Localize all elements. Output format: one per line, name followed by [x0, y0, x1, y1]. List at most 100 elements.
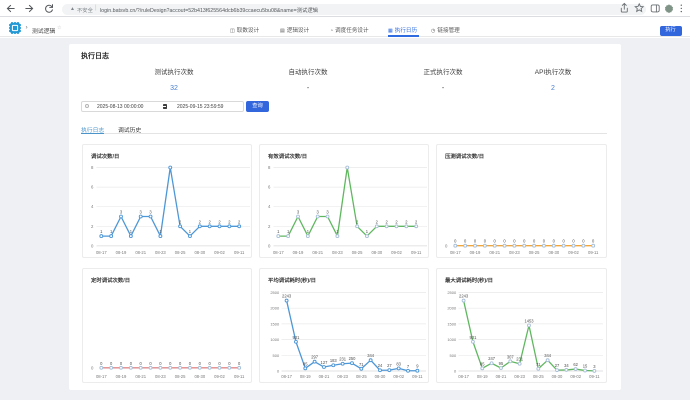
- svg-text:931: 931: [293, 335, 301, 340]
- svg-text:09-11: 09-11: [590, 374, 601, 379]
- svg-text:1500: 1500: [448, 321, 458, 326]
- svg-text:250: 250: [349, 356, 357, 361]
- svg-text:500: 500: [273, 353, 280, 358]
- svg-text:0: 0: [553, 238, 556, 243]
- svg-text:2500: 2500: [448, 290, 458, 295]
- svg-text:09-11: 09-11: [234, 374, 245, 379]
- svg-text:压测调试次数/日: 压测调试次数/日: [445, 152, 484, 160]
- svg-text:1453: 1453: [525, 318, 535, 323]
- svg-text:85: 85: [480, 361, 485, 366]
- svg-text:231: 231: [517, 357, 525, 362]
- svg-text:2: 2: [356, 219, 359, 224]
- svg-text:08-17: 08-17: [450, 250, 461, 255]
- svg-text:231: 231: [339, 357, 347, 362]
- svg-text:有效调试次数/日: 有效调试次数/日: [268, 152, 307, 160]
- svg-text:09-02: 09-02: [391, 250, 402, 255]
- svg-text:0: 0: [455, 238, 458, 243]
- svg-text:08-30: 08-30: [375, 374, 386, 379]
- svg-text:0: 0: [91, 365, 94, 370]
- svg-text:247: 247: [489, 356, 497, 361]
- svg-text:0: 0: [454, 368, 457, 373]
- svg-text:08-19: 08-19: [470, 250, 481, 255]
- svg-text:0: 0: [523, 238, 526, 243]
- svg-text:0: 0: [277, 368, 280, 373]
- svg-text:09-11: 09-11: [411, 250, 422, 255]
- svg-text:0: 0: [139, 361, 142, 366]
- svg-text:0: 0: [563, 238, 566, 243]
- svg-text:9: 9: [416, 364, 419, 369]
- svg-text:09-02: 09-02: [569, 250, 580, 255]
- svg-text:0: 0: [130, 361, 133, 366]
- svg-text:2: 2: [395, 219, 398, 224]
- svg-text:344: 344: [367, 353, 375, 358]
- svg-text:62: 62: [574, 362, 579, 367]
- svg-text:24: 24: [378, 363, 383, 368]
- svg-text:08-21: 08-21: [312, 250, 323, 255]
- svg-text:3: 3: [120, 209, 123, 214]
- svg-text:1: 1: [366, 229, 369, 234]
- svg-text:3: 3: [327, 209, 330, 214]
- svg-text:08-23: 08-23: [155, 374, 166, 379]
- svg-text:0: 0: [100, 361, 103, 366]
- svg-text:08-30: 08-30: [194, 250, 205, 255]
- svg-text:0: 0: [268, 243, 271, 248]
- svg-text:08-17: 08-17: [281, 374, 292, 379]
- svg-text:2243: 2243: [282, 294, 292, 299]
- svg-text:2: 2: [405, 219, 408, 224]
- svg-text:2: 2: [228, 219, 231, 224]
- svg-text:08-17: 08-17: [96, 374, 107, 379]
- svg-text:定时调试次数/日: 定时调试次数/日: [91, 276, 130, 284]
- svg-text:931: 931: [470, 335, 478, 340]
- svg-text:6: 6: [268, 184, 271, 189]
- svg-text:08-17: 08-17: [96, 250, 107, 255]
- svg-text:08-19: 08-19: [300, 374, 311, 379]
- svg-text:0: 0: [533, 238, 536, 243]
- svg-text:2000: 2000: [448, 306, 458, 311]
- svg-text:08-21: 08-21: [319, 374, 330, 379]
- svg-text:1: 1: [277, 229, 280, 234]
- svg-text:344: 344: [545, 353, 553, 358]
- svg-text:127: 127: [321, 360, 329, 365]
- svg-text:0: 0: [464, 238, 467, 243]
- svg-text:0: 0: [583, 238, 586, 243]
- svg-text:183: 183: [330, 358, 338, 363]
- svg-text:08-30: 08-30: [194, 374, 205, 379]
- svg-text:0: 0: [208, 361, 211, 366]
- svg-text:08-23: 08-23: [515, 374, 526, 379]
- svg-text:08-25: 08-25: [175, 374, 186, 379]
- svg-text:0: 0: [228, 361, 231, 366]
- svg-text:08-23: 08-23: [337, 374, 348, 379]
- svg-text:09-11: 09-11: [588, 250, 599, 255]
- svg-text:2243: 2243: [459, 294, 469, 299]
- svg-text:15: 15: [583, 364, 588, 369]
- svg-text:0: 0: [91, 243, 94, 248]
- svg-text:08-30: 08-30: [552, 374, 563, 379]
- svg-text:08-21: 08-21: [135, 374, 146, 379]
- svg-text:08-19: 08-19: [293, 250, 304, 255]
- svg-text:3: 3: [139, 209, 142, 214]
- svg-text:1000: 1000: [270, 337, 280, 342]
- svg-text:2: 2: [376, 219, 379, 224]
- svg-text:71: 71: [536, 362, 541, 367]
- svg-text:0: 0: [169, 361, 172, 366]
- svg-text:2: 2: [268, 223, 271, 228]
- svg-text:0: 0: [474, 238, 477, 243]
- svg-text:08-25: 08-25: [529, 250, 540, 255]
- svg-text:2: 2: [198, 219, 201, 224]
- svg-text:85: 85: [303, 361, 308, 366]
- svg-text:0: 0: [189, 361, 192, 366]
- svg-text:2: 2: [179, 219, 182, 224]
- svg-text:1500: 1500: [270, 321, 280, 326]
- svg-text:08-30: 08-30: [372, 250, 383, 255]
- svg-text:08-19: 08-19: [115, 250, 126, 255]
- svg-text:0: 0: [149, 361, 152, 366]
- svg-text:297: 297: [311, 355, 319, 360]
- svg-text:27: 27: [387, 363, 392, 368]
- svg-text:8: 8: [91, 165, 94, 170]
- svg-text:2: 2: [238, 219, 241, 224]
- svg-text:0: 0: [514, 238, 517, 243]
- svg-text:0: 0: [504, 238, 507, 243]
- svg-text:08-23: 08-23: [509, 250, 520, 255]
- svg-text:08-17: 08-17: [273, 250, 284, 255]
- svg-text:09-11: 09-11: [234, 250, 245, 255]
